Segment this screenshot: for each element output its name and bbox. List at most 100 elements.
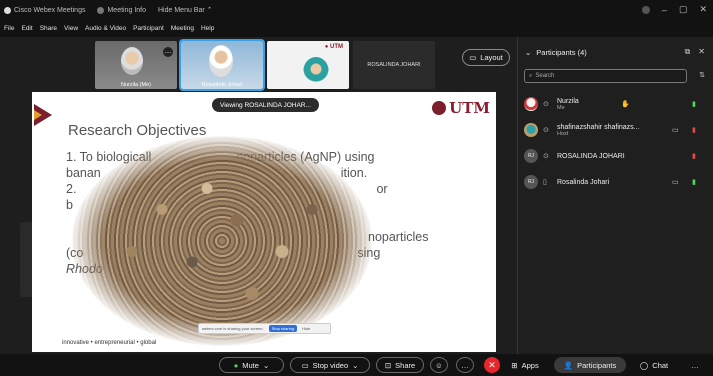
layout-label: Layout [480, 53, 503, 62]
chevron-down-icon[interactable]: ⌄ [263, 361, 269, 370]
meeting-controls: ● Mute ⌄ ▭ Stop video ⌄ ⊡ Share ☺ … ✕ ⊞ … [0, 354, 713, 376]
chevron-down-icon[interactable]: ⌄ [525, 48, 531, 57]
status-icon[interactable] [641, 5, 650, 14]
minimize-icon[interactable]: – [662, 5, 667, 15]
list-item[interactable]: ⊙ shafinazshahir shafinazs... Host ▭ ▮ [524, 117, 708, 143]
menu-edit[interactable]: Edit [21, 25, 32, 32]
more-options-icon[interactable]: … [163, 47, 173, 57]
screen-share-notice: webex.com is sharing your screen. Stop s… [198, 323, 331, 334]
close-icon: ✕ [488, 359, 496, 370]
share-screen-icon: ⊡ [384, 360, 392, 370]
mic-on-icon[interactable]: ▮ [692, 100, 696, 108]
menu-share[interactable]: Share [40, 25, 57, 32]
more-options-icon: … [461, 360, 469, 370]
participants-button[interactable]: 👤 Participants [554, 357, 626, 373]
video-camera-icon: ▭ [301, 360, 309, 370]
utm-seal-icon [432, 101, 447, 115]
avatar: RJ [524, 149, 538, 163]
participant-list: ⊙ Nurzila Me ✋ ▮ ⊙ shafinazshahir shafina… [524, 91, 708, 195]
list-item[interactable]: RJ ⊙ ROSALINDA JOHARI ▮ [524, 143, 708, 169]
utm-logo-text: UTM [449, 99, 490, 117]
search-icon: ⌕ [529, 72, 533, 79]
search-input[interactable]: ⌕ Search [524, 69, 687, 83]
app-title: Cisco Webex Meetings [0, 6, 85, 14]
stop-video-button[interactable]: ▭ Stop video ⌄ [290, 357, 370, 373]
name-text: ROSALINDA JOHARI [557, 152, 625, 160]
menu-file[interactable]: File [4, 25, 14, 32]
slide-text: noparticles [368, 230, 429, 244]
menu-audio-video[interactable]: Audio & Video [85, 25, 126, 32]
chat-icon: ◯ [639, 360, 649, 370]
slide-text: 2. [66, 182, 77, 196]
reactions-button[interactable]: ☺ [430, 357, 448, 373]
phone-icon: ▯ [543, 179, 547, 186]
mic-off-icon[interactable]: ▮ [692, 126, 696, 134]
stop-sharing-button[interactable]: Stop sharing [268, 325, 298, 332]
chat-button[interactable]: ◯ Chat [634, 357, 674, 373]
raise-hand-icon: ✋ [621, 101, 630, 108]
slide-footer: innovative • entrepreneurial • global [62, 340, 157, 346]
video-thumbnails: … Nurzila (Me) Rosalinda Johari ● UTM RO… [95, 39, 435, 91]
end-meeting-button[interactable]: ✕ [484, 357, 500, 373]
participant-name: ROSALINDA JOHARI [557, 153, 625, 160]
apps-icon: ⊞ [511, 360, 518, 370]
share-notice-text: webex.com is sharing your screen. [202, 326, 264, 331]
mic-off-icon[interactable]: ▮ [692, 152, 696, 160]
apps-button[interactable]: ⊞ Apps [503, 357, 547, 373]
chevron-down-icon[interactable]: ⌄ [352, 361, 358, 370]
mic-on-icon[interactable]: ▮ [692, 178, 696, 186]
list-item[interactable]: RJ ▯ Rosalinda Johari ▭ ▮ [524, 169, 708, 195]
layout-icon: ▭ [469, 53, 477, 62]
video-thumbnail-self[interactable]: … Nurzila (Me) [95, 41, 177, 89]
info-icon [97, 6, 105, 14]
close-panel-icon[interactable]: ✕ [698, 47, 705, 57]
webex-logo-icon [4, 6, 11, 14]
list-item[interactable]: ⊙ Nurzila Me ✋ ▮ [524, 91, 708, 117]
more-options-icon: … [691, 360, 699, 370]
apps-label: Apps [521, 360, 539, 370]
participant-name: Rosalinda Johari [557, 179, 609, 186]
more-options-button[interactable]: … [456, 357, 474, 373]
menu-help[interactable]: Help [201, 25, 214, 32]
name-text: Nurzila [557, 97, 579, 105]
chevron-accent-icon [34, 110, 42, 120]
role-text: Me [557, 104, 565, 111]
hide-menu-bar-button[interactable]: Hide Menu Bar ⌃ [158, 6, 213, 14]
role-text: Host [557, 130, 569, 137]
audio-connection-icon: ⊙ [543, 101, 549, 108]
share-label: Share [395, 360, 416, 370]
hide-notice-button[interactable]: Hide [302, 326, 310, 331]
sort-icon[interactable]: ⇅ [699, 71, 705, 79]
menu-view[interactable]: View [64, 25, 78, 32]
maximize-icon[interactable]: ▢ [679, 4, 688, 15]
pebbles-image [72, 136, 372, 346]
thumbnail-label: Rosalinda Johari [201, 82, 243, 88]
meeting-info-button[interactable]: Meeting Info [97, 6, 146, 14]
video-thumbnail-rosalinda[interactable]: Rosalinda Johari [179, 39, 265, 91]
participant-name: shafinazshahir shafinazs... Host [557, 124, 640, 137]
panel-header[interactable]: ⌄ Participants (4) [525, 48, 587, 57]
layout-button[interactable]: ▭ Layout [462, 49, 510, 66]
video-thumbnail-slide[interactable]: ● UTM [267, 41, 349, 89]
microphone-icon: ● [233, 360, 239, 370]
mute-label: Mute [242, 360, 259, 370]
menu-meeting[interactable]: Meeting [171, 25, 194, 32]
shared-slide: Viewing ROSALINDA JOHAR... UTM Research … [32, 92, 496, 352]
participant-video [209, 45, 233, 77]
menu-participant[interactable]: Participant [133, 25, 164, 32]
mute-button[interactable]: ● Mute ⌄ [219, 357, 284, 373]
utm-logo-mini: ● UTM [324, 44, 343, 50]
more-panels-button[interactable]: … [684, 357, 706, 373]
close-icon[interactable]: ✕ [699, 4, 707, 15]
video-thumbnail-rosalinda-caps[interactable]: ROSALINDA JOHARI [353, 41, 435, 89]
panel-title: Participants (4) [536, 48, 587, 57]
viewing-badge[interactable]: Viewing ROSALINDA JOHAR... [212, 98, 319, 112]
slide-text: banan [66, 166, 101, 180]
panel-controls: ⧉ ✕ [685, 47, 705, 57]
slide-title: Research Objectives [68, 122, 207, 139]
popout-icon[interactable]: ⧉ [685, 47, 691, 57]
hide-menu-bar-label: Hide Menu Bar ⌃ [158, 7, 213, 14]
slide-text: or [376, 182, 388, 196]
share-button[interactable]: ⊡ Share [376, 357, 424, 373]
avatar [524, 123, 538, 137]
